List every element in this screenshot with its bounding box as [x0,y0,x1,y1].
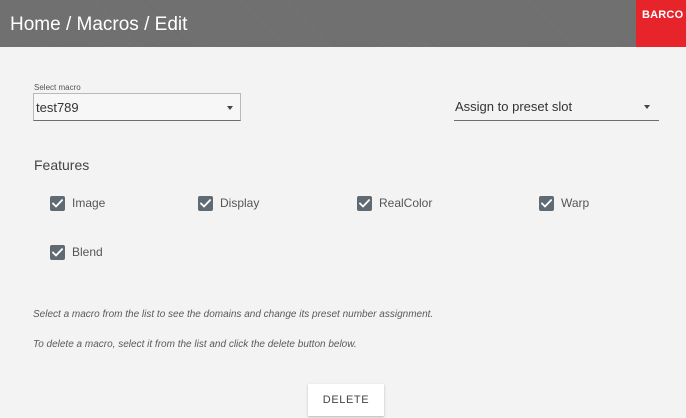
preset-slot-select[interactable]: Assign to preset slot [454,93,659,121]
feature-display-checkbox[interactable]: Display [198,194,259,212]
feature-label: RealColor [379,196,433,210]
macro-select-value: test789 [36,100,79,115]
feature-label: Blend [72,245,103,259]
feature-label: Warp [561,196,590,210]
caret-down-icon [227,106,233,110]
checkbox-checked-icon [357,195,372,211]
checkbox-checked-icon [539,195,554,211]
feature-label: Image [72,196,106,210]
feature-label: Display [220,196,260,210]
select-macro-label: Select macro [34,83,81,92]
feature-realcolor-checkbox[interactable]: RealColor [357,194,432,212]
brand-logo-text: BARCO [642,9,684,21]
feature-image-checkbox[interactable]: Image [50,194,105,212]
info-text-select: Select a macro from the list to see the … [33,309,434,320]
info-text-delete: To delete a macro, select it from the li… [33,339,357,350]
features-heading: Features [34,157,90,173]
checkbox-checked-icon [198,195,213,211]
checkbox-checked-icon [50,195,65,211]
checkbox-checked-icon [50,244,65,260]
feature-warp-checkbox[interactable]: Warp [539,194,589,212]
delete-button[interactable]: DELETE [308,384,384,416]
header-bar: Home / Macros / Edit BARCO [0,0,686,47]
caret-down-icon [644,105,650,109]
breadcrumb: Home / Macros / Edit [10,14,188,35]
macro-select[interactable]: test789 [33,93,241,121]
brand-logo: BARCO [636,0,686,47]
preset-slot-value: Assign to preset slot [455,99,573,114]
feature-blend-checkbox[interactable]: Blend [50,243,103,261]
